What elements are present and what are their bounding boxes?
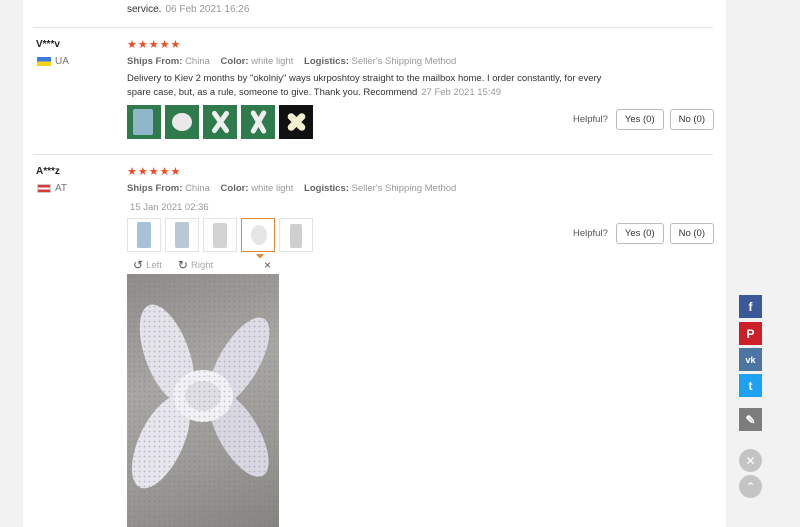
review-body: Delivery to Kiev 2 months by "okolniy" w… — [127, 73, 602, 98]
logistics-label: Logistics: — [304, 56, 349, 67]
country-code: AT — [55, 183, 68, 194]
review-photos — [127, 105, 313, 139]
reviewer-country: AT — [37, 183, 67, 194]
photo-thumbnail[interactable] — [127, 105, 161, 139]
previous-review-tail: service. 06 Feb 2021 16:26 — [127, 4, 249, 15]
photo-thumbnail[interactable] — [241, 105, 275, 139]
rotate-right-button[interactable]: ↻ Right — [178, 258, 213, 272]
twitter-share-icon[interactable]: t — [739, 374, 762, 397]
helpful-label: Helpful? — [573, 114, 608, 125]
pinterest-share-icon[interactable]: P — [739, 322, 762, 345]
vk-share-icon[interactable]: vk — [739, 348, 762, 371]
rating-stars: ★★★★★ — [127, 166, 182, 178]
edit-icon[interactable]: ✎ — [739, 408, 762, 431]
review-photos — [127, 218, 313, 252]
rotate-left-label: Left — [146, 259, 162, 271]
photo-thumbnail[interactable] — [279, 105, 313, 139]
close-viewer-icon[interactable]: × — [264, 258, 271, 272]
review-meta: Ships From: China Color: white light Log… — [127, 56, 464, 67]
reviewer-name: V***v — [36, 39, 60, 50]
reviewer-name: A***z — [36, 166, 60, 177]
review-meta: Ships From: China Color: white light Log… — [127, 183, 464, 194]
review-date: 27 Feb 2021 15:49 — [421, 87, 502, 98]
helpful-yes-button[interactable]: Yes (0) — [615, 109, 664, 130]
image-rotate-toolbar: ↺ Left ↻ Right × — [127, 258, 279, 272]
enlarged-review-photo — [127, 274, 279, 527]
helpful-label: Helpful? — [573, 228, 608, 239]
photo-thumbnail[interactable] — [203, 218, 237, 252]
back-to-top-icon[interactable]: ⌃ — [739, 475, 762, 498]
previous-review-text: service. — [127, 4, 162, 15]
logistics-value: Seller's Shipping Method — [351, 56, 457, 67]
logistics-label: Logistics: — [304, 183, 349, 194]
helpful-no-button[interactable]: No (0) — [669, 109, 715, 130]
flag-at-icon — [37, 184, 51, 193]
color-label: Color: — [220, 183, 249, 194]
photo-thumbnail[interactable] — [165, 105, 199, 139]
color-value: white light — [251, 183, 294, 194]
helpful-controls: Helpful? Yes (0) No (0) — [573, 109, 715, 130]
color-label: Color: — [220, 56, 249, 67]
divider — [33, 27, 713, 28]
helpful-yes-button[interactable]: Yes (0) — [615, 223, 664, 244]
ships-from-label: Ships From: — [127, 56, 183, 67]
review-date: 15 Jan 2021 02:36 — [130, 202, 209, 213]
facebook-share-icon[interactable]: f — [739, 295, 762, 318]
photo-thumbnail[interactable] — [165, 218, 199, 252]
previous-review-date: 06 Feb 2021 16:26 — [165, 4, 250, 15]
rotate-right-icon: ↻ — [177, 258, 188, 272]
close-icon[interactable]: ✕ — [739, 449, 762, 472]
ships-from-label: Ships From: — [127, 183, 183, 194]
photo-thumbnail[interactable] — [203, 105, 237, 139]
rotate-left-icon: ↺ — [133, 258, 144, 272]
divider — [33, 154, 713, 155]
photo-thumbnail[interactable] — [127, 218, 161, 252]
helpful-no-button[interactable]: No (0) — [669, 223, 715, 244]
photo-thumbnail[interactable] — [279, 218, 313, 252]
rotate-right-label: Right — [190, 259, 214, 271]
helpful-controls: Helpful? Yes (0) No (0) — [573, 223, 715, 244]
flag-ua-icon — [37, 57, 51, 66]
photo-thumbnail-selected[interactable] — [241, 218, 275, 252]
review-text: Delivery to Kiev 2 months by "okolniy" w… — [127, 72, 627, 100]
ships-from-value: China — [185, 56, 210, 67]
reviewer-country: UA — [37, 56, 69, 67]
logistics-value: Seller's Shipping Method — [351, 183, 457, 194]
rotate-left-button[interactable]: ↺ Left — [133, 258, 162, 272]
ships-from-value: China — [185, 183, 210, 194]
color-value: white light — [251, 56, 294, 67]
country-code: UA — [55, 56, 69, 67]
rating-stars: ★★★★★ — [127, 39, 182, 51]
